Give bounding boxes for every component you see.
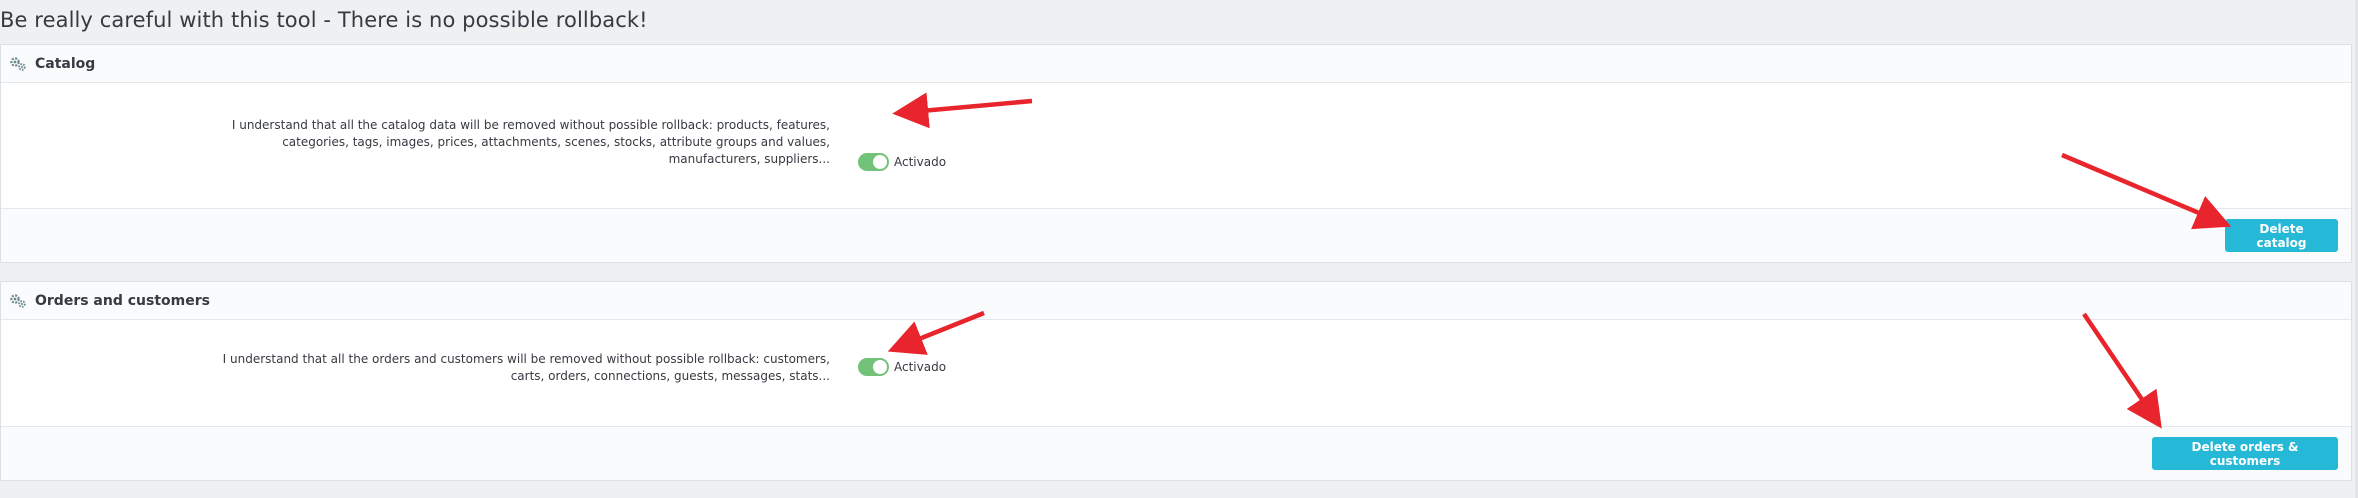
orders-panel-footer: Delete orders & customers xyxy=(1,426,2351,480)
catalog-panel-body: I understand that all the catalog data w… xyxy=(1,83,2351,208)
orders-panel: Orders and customers I understand that a… xyxy=(0,281,2352,481)
page-warning-title: Be really careful with this tool - There… xyxy=(0,8,648,32)
orders-toggle[interactable] xyxy=(858,358,889,376)
toggle-knob xyxy=(873,360,887,374)
orders-confirm-description: I understand that all the orders and cus… xyxy=(222,352,830,383)
delete-catalog-button[interactable]: Delete catalog xyxy=(2225,219,2338,252)
delete-orders-customers-button[interactable]: Delete orders & customers xyxy=(2152,437,2338,470)
cogs-icon xyxy=(8,54,28,74)
catalog-switch-label: Activado xyxy=(894,155,947,169)
catalog-panel-footer: Delete catalog xyxy=(1,208,2351,262)
catalog-panel-heading: Catalog xyxy=(1,45,2351,83)
cogs-icon xyxy=(8,291,28,311)
orders-panel-body: I understand that all the orders and cus… xyxy=(1,320,2351,427)
toggle-knob xyxy=(873,155,887,169)
catalog-toggle[interactable] xyxy=(858,153,889,171)
orders-switch-label: Activado xyxy=(894,360,947,374)
orders-panel-title: Orders and customers xyxy=(35,292,210,309)
catalog-confirm-switch[interactable]: Activado xyxy=(858,153,946,171)
catalog-confirm-description: I understand that all the catalog data w… xyxy=(231,118,830,166)
orders-confirm-switch[interactable]: Activado xyxy=(858,358,946,376)
catalog-panel: Catalog I understand that all the catalo… xyxy=(0,44,2352,263)
orders-panel-heading: Orders and customers xyxy=(1,282,2351,320)
catalog-panel-title: Catalog xyxy=(35,55,96,72)
